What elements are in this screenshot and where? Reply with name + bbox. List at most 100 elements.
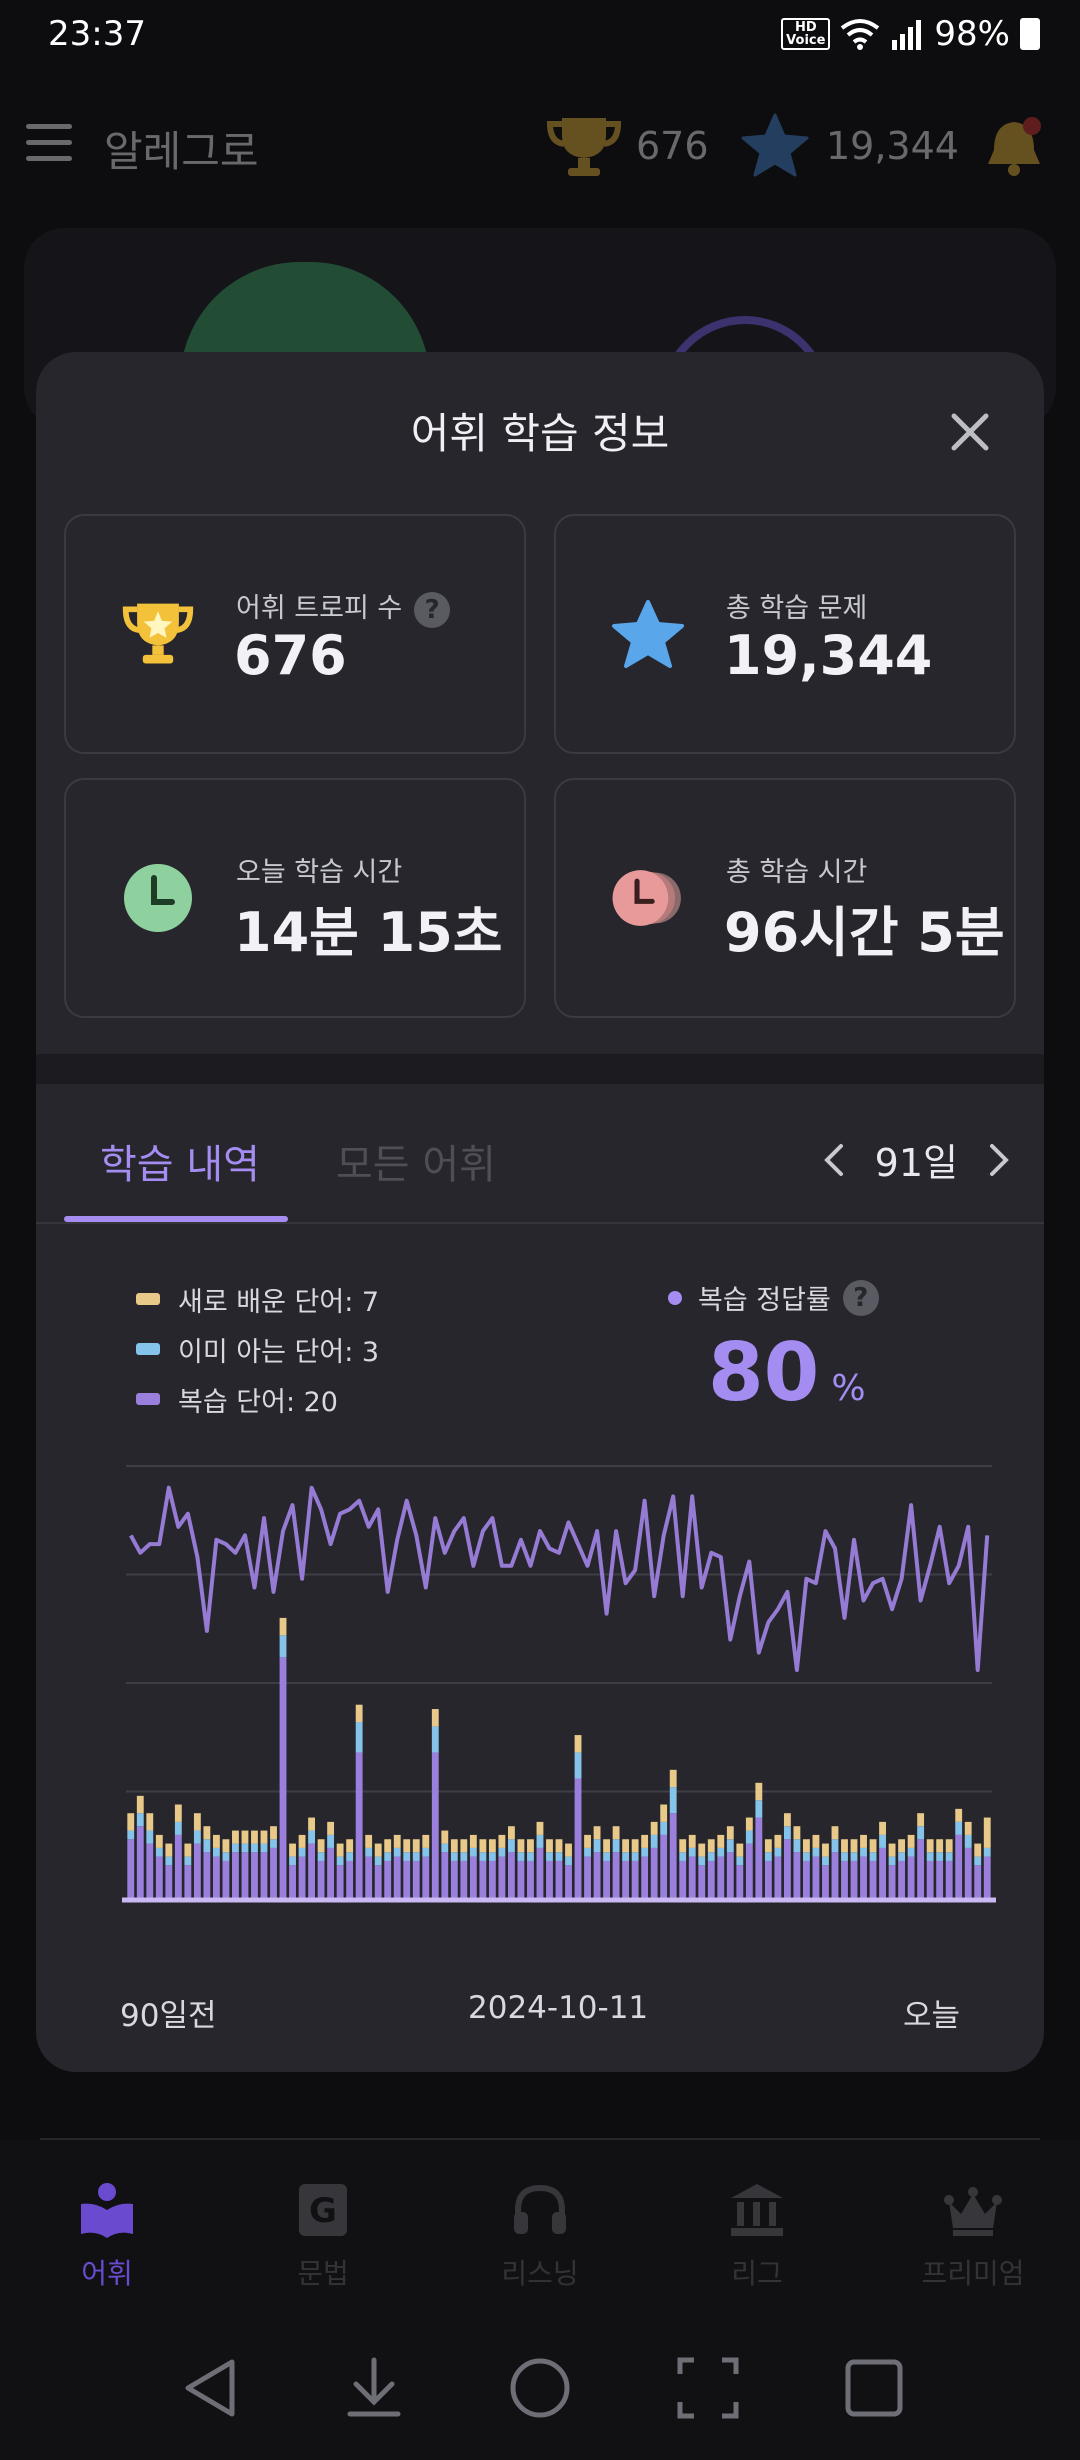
- bar-segment: [165, 1865, 173, 1900]
- bar-segment: [869, 1860, 877, 1900]
- bar-segment: [879, 1847, 886, 1900]
- bar-segment: [688, 1856, 696, 1900]
- tab-study-history[interactable]: 학습 내역: [100, 1132, 260, 1190]
- bar-segment: [527, 1860, 534, 1900]
- bar-segment: [241, 1830, 249, 1844]
- bar-segment: [460, 1852, 468, 1861]
- bar-segment: [631, 1852, 639, 1861]
- bar-segment: [184, 1843, 192, 1857]
- nav-league[interactable]: 리그: [657, 2180, 857, 2292]
- bar-segment: [955, 1821, 963, 1835]
- bar-segment: [879, 1821, 886, 1835]
- bar-segment: [974, 1843, 982, 1857]
- bar-segment: [917, 1813, 925, 1827]
- bar-segment: [907, 1834, 915, 1848]
- bar-segment: [336, 1843, 344, 1857]
- bar-segment: [974, 1865, 982, 1900]
- section-divider: [36, 1054, 1044, 1084]
- stat-card-trophies: 어휘 트로피 수? 676: [64, 514, 526, 754]
- bar-segment: [460, 1860, 468, 1900]
- download-icon[interactable]: [344, 2356, 404, 2420]
- bell-icon[interactable]: [984, 114, 1044, 180]
- bar-segment: [860, 1856, 867, 1900]
- bar-segment: [193, 1830, 201, 1844]
- stat-value: 676: [234, 624, 347, 687]
- bar-segment: [736, 1843, 744, 1857]
- bar-segment: [355, 1722, 363, 1753]
- bar-segment: [251, 1843, 258, 1853]
- bar-segment: [146, 1830, 154, 1844]
- bar-segment: [812, 1847, 820, 1857]
- bar-segment: [812, 1834, 820, 1848]
- bar-segment: [936, 1852, 944, 1861]
- bar-segment: [612, 1839, 620, 1853]
- header-star-count: 19,344: [826, 124, 959, 168]
- bar-segment: [679, 1852, 687, 1861]
- bar-segment: [593, 1826, 601, 1840]
- bar-segment: [279, 1635, 287, 1657]
- bar-segment: [755, 1800, 763, 1818]
- bar-segment: [431, 1752, 439, 1900]
- bar-segment: [641, 1847, 649, 1857]
- nav-listening[interactable]: 리스닝: [440, 2180, 640, 2292]
- screenshot-icon[interactable]: [676, 2356, 740, 2420]
- nav-grammar[interactable]: G 문법: [223, 2180, 423, 2292]
- bar-segment: [584, 1847, 591, 1857]
- nav-label: 어휘: [81, 2257, 133, 2290]
- bar-segment: [441, 1830, 449, 1844]
- bar-segment: [926, 1860, 934, 1900]
- bar-segment: [279, 1656, 287, 1900]
- system-nav-bar: [0, 2350, 1080, 2430]
- bar-segment: [527, 1852, 534, 1861]
- recents-icon[interactable]: [842, 2356, 906, 2420]
- bar-segment: [298, 1834, 306, 1848]
- bar-segment: [603, 1860, 611, 1900]
- close-icon[interactable]: [950, 412, 990, 452]
- bar-segment: [764, 1852, 772, 1861]
- bar-segment: [888, 1856, 896, 1866]
- bar-segment: [945, 1839, 953, 1853]
- stat-label: 오늘 학습 시간: [236, 857, 403, 888]
- nav-premium[interactable]: 프리미엄: [873, 2180, 1073, 2292]
- bar-segment: [907, 1847, 915, 1857]
- menu-icon[interactable]: [26, 124, 72, 164]
- bar-segment: [726, 1826, 734, 1840]
- home-icon[interactable]: [508, 2356, 572, 2420]
- review-dot: [668, 1290, 682, 1305]
- bar-segment: [441, 1843, 449, 1853]
- period-label: 91일: [874, 1141, 958, 1185]
- bar-segment: [917, 1839, 925, 1900]
- bar-segment: [507, 1839, 515, 1853]
- bar-segment: [403, 1839, 411, 1853]
- crown-icon: [944, 2187, 1002, 2236]
- bar-segment: [822, 1865, 829, 1900]
- bar-segment: [212, 1847, 220, 1857]
- status-icons: HD Voice 98%: [781, 14, 1040, 54]
- bar-segment: [498, 1834, 506, 1848]
- back-icon[interactable]: [180, 2356, 240, 2420]
- bar-segment: [422, 1856, 430, 1900]
- bar-segment: [193, 1843, 201, 1900]
- app-header: 알레그로 676 19,344: [0, 100, 1080, 192]
- book-person-icon: [81, 2183, 133, 2238]
- bar-segment: [679, 1839, 687, 1853]
- tab-all-vocab[interactable]: 모든 어휘: [336, 1132, 496, 1190]
- bar-segment: [289, 1843, 296, 1857]
- bar-segment: [412, 1839, 420, 1853]
- bar-segment: [346, 1852, 354, 1861]
- nav-vocab[interactable]: 어휘: [7, 2180, 207, 2292]
- stat-card-today-time: 오늘 학습 시간 14분 15초: [64, 778, 526, 1018]
- app-title: 알레그로: [104, 127, 259, 176]
- bar-segment: [584, 1834, 591, 1848]
- study-history-chart: [122, 1465, 996, 1903]
- active-tab-indicator: [64, 1216, 288, 1222]
- stat-value: 96시간 5분: [724, 901, 1005, 964]
- chevron-right-icon[interactable]: [988, 1142, 1010, 1178]
- help-icon[interactable]: ?: [414, 591, 451, 628]
- chevron-left-icon[interactable]: [823, 1142, 845, 1178]
- help-icon[interactable]: ?: [842, 1279, 879, 1316]
- bar-segment: [783, 1826, 791, 1840]
- status-time: 23:37: [48, 14, 146, 54]
- bar-segment: [260, 1852, 268, 1900]
- legend-new-words: 새로 배운 단어: 7: [136, 1274, 379, 1324]
